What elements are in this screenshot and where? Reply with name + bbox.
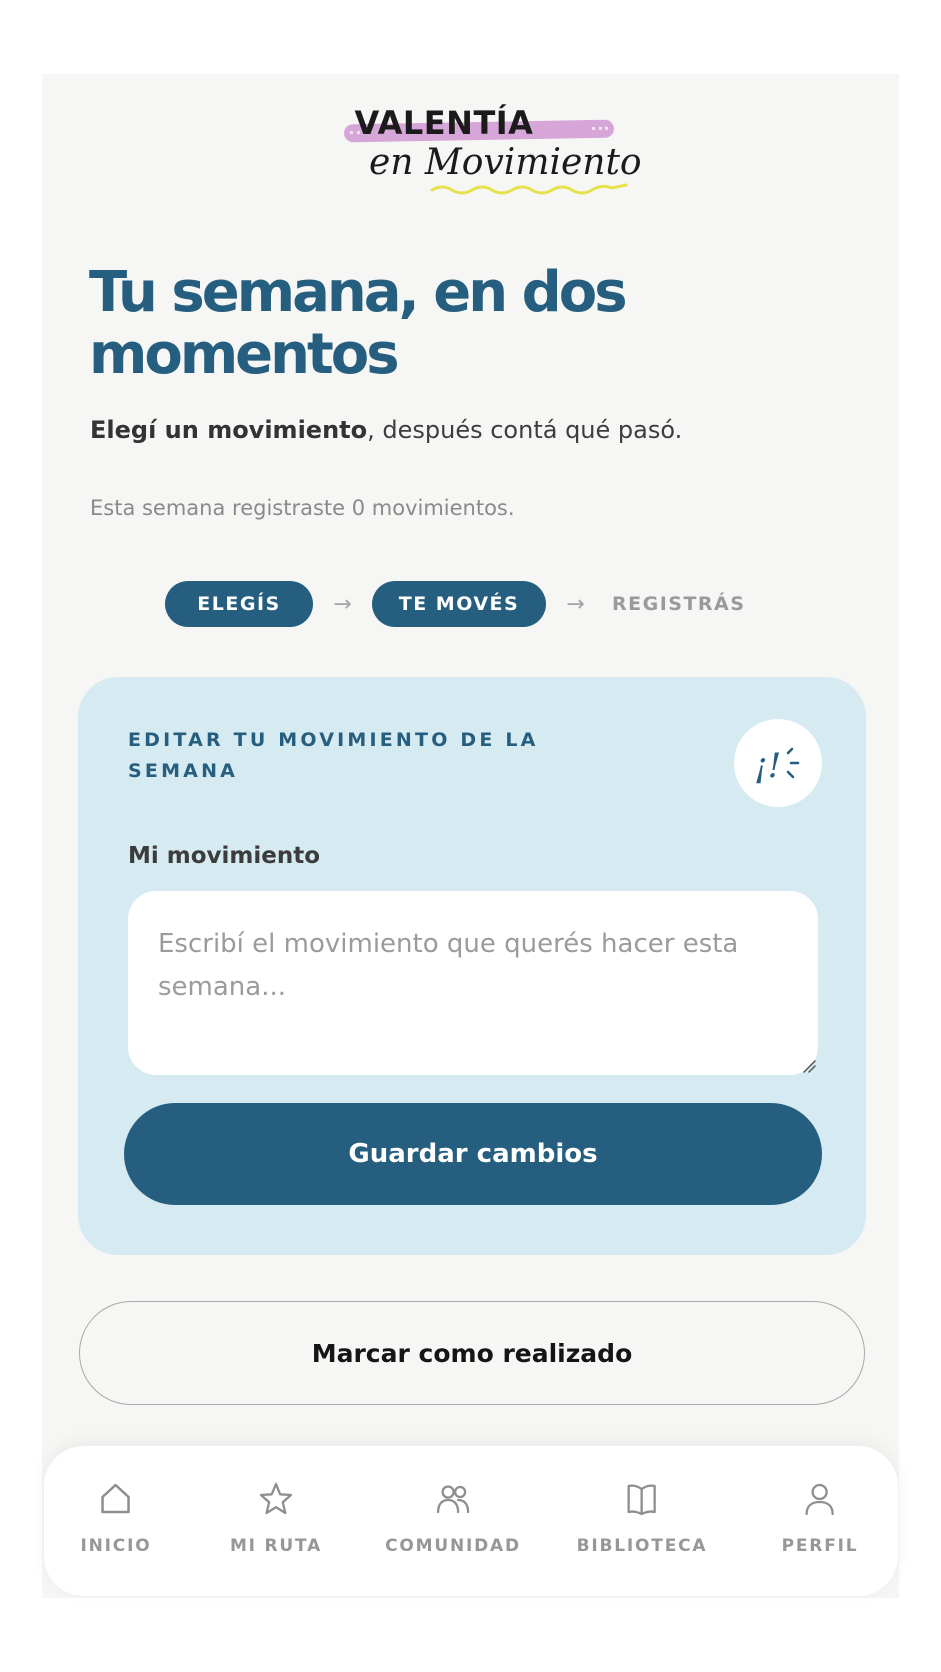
resize-grip-icon[interactable] (802, 1059, 816, 1073)
app-logo: VALENTÍA en Movimiento (302, 100, 642, 200)
progress-steps: ELEGÍS → TE MOVÉS → REGISTRÁS (165, 581, 745, 627)
movement-textarea[interactable] (128, 891, 818, 1075)
logo-squiggle-underline (430, 183, 628, 195)
nav-label-biblioteca: BIBLIOTECA (576, 1536, 708, 1556)
arrow-right-icon: → (566, 591, 585, 617)
nav-label-inicio: INICIO (80, 1536, 152, 1556)
subtitle-emphasis: Elegí un movimiento (90, 416, 368, 444)
nav-item-perfil[interactable]: PERFIL (782, 1480, 859, 1556)
users-icon (436, 1485, 470, 1514)
bottom-navigation: INICIO MI RUTA COMUNIDAD BIBLIOTECA PERF… (44, 1446, 898, 1596)
weekly-count-text: Esta semana registraste 0 movimientos. (90, 496, 515, 520)
nav-label-mi-ruta: MI RUTA (229, 1536, 323, 1556)
edit-movement-card: EDITAR TU MOVIMIENTO DE LA SEMANA ¡! Mi … (78, 677, 866, 1255)
star-icon (259, 1482, 293, 1515)
home-icon (101, 1483, 131, 1514)
book-icon (627, 1484, 657, 1516)
nav-item-inicio[interactable]: INICIO (81, 1480, 152, 1556)
app-screen: VALENTÍA en Movimiento Tu semana, en dos… (42, 74, 899, 1598)
step-elegis: ELEGÍS (165, 581, 313, 627)
mark-done-button[interactable]: Marcar como realizado (79, 1301, 865, 1405)
nav-item-biblioteca[interactable]: BIBLIOTECA (577, 1480, 708, 1556)
save-button[interactable]: Guardar cambios (124, 1103, 822, 1205)
logo-word-en-movimiento: en Movimiento (369, 142, 642, 183)
page-subtitle: Elegí un movimiento, después contá qué p… (90, 416, 682, 444)
exclamation-burst-icon: ¡! (734, 719, 822, 807)
card-heading: EDITAR TU MOVIMIENTO DE LA SEMANA (128, 729, 539, 782)
arrow-right-icon: → (333, 591, 352, 617)
user-icon (805, 1483, 835, 1516)
nav-label-perfil: PERFIL (781, 1536, 859, 1556)
nav-item-mi-ruta[interactable]: MI RUTA (230, 1480, 322, 1556)
step-registras: REGISTRÁS (612, 593, 746, 615)
subtitle-rest: , después contá qué pasó. (367, 416, 683, 444)
page-title: Tu semana, en dos momentos (89, 260, 628, 387)
step-te-moves: TE MOVÉS (372, 581, 546, 627)
logo-word-valentia: VALENTÍA (354, 104, 534, 142)
svg-text:¡!: ¡! (754, 746, 781, 786)
nav-label-comunidad: COMUNIDAD (385, 1536, 521, 1556)
exclamation-burst-glyph: ¡! (754, 746, 800, 786)
movement-field-label: Mi movimiento (128, 843, 321, 869)
nav-item-comunidad[interactable]: COMUNIDAD (385, 1480, 521, 1556)
